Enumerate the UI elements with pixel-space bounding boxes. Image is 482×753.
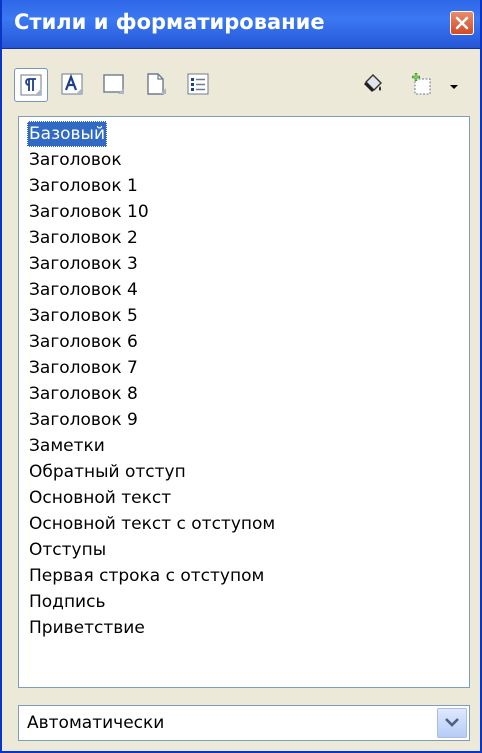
chevron-down-icon — [450, 85, 458, 89]
style-list-item[interactable]: Заголовок 6 — [29, 329, 138, 355]
character-styles-button[interactable] — [56, 68, 90, 102]
styles-formatting-window: Стили и форматирование Базовый Заголовок… — [0, 0, 482, 753]
close-icon — [455, 16, 469, 30]
frame-styles-button[interactable] — [98, 68, 132, 102]
page-styles-icon — [147, 73, 166, 95]
style-list-item[interactable]: Заголовок — [29, 147, 122, 173]
style-list-item[interactable]: Основной текст с отступом — [29, 511, 275, 537]
style-list-item[interactable]: Приветствие — [29, 615, 145, 641]
list-styles-icon — [187, 73, 209, 95]
new-style-from-selection-icon — [412, 73, 431, 95]
style-list-item[interactable]: Обратный отступ — [29, 459, 186, 485]
style-list-item[interactable]: Базовый — [27, 121, 108, 147]
character-styles-icon — [61, 73, 83, 95]
paragraph-styles-button[interactable] — [14, 68, 48, 102]
close-button[interactable] — [450, 11, 474, 35]
page-styles-button[interactable] — [140, 68, 174, 102]
style-filter-arrow-button[interactable] — [437, 708, 467, 738]
style-family-toolbar — [2, 58, 480, 110]
frame-styles-icon — [103, 74, 124, 94]
style-list-item[interactable]: Первая строка с отступом — [29, 563, 264, 589]
paragraph-styles-icon — [20, 74, 42, 96]
style-filter-dropdown[interactable]: Автоматически — [18, 705, 470, 741]
new-style-from-selection-button[interactable] — [406, 68, 440, 102]
style-list-item[interactable]: Заголовок 7 — [29, 355, 138, 381]
style-list-item[interactable]: Заголовок 1 — [29, 173, 138, 199]
style-list-item[interactable]: Отступы — [29, 537, 106, 563]
window-title: Стили и форматирование — [14, 10, 325, 34]
new-style-dropdown-button[interactable] — [444, 68, 464, 102]
style-list-item[interactable]: Основной текст — [29, 485, 171, 511]
style-filter-value: Автоматически — [27, 713, 165, 733]
style-list-item[interactable]: Заголовок 4 — [29, 277, 138, 303]
fill-format-mode-icon — [364, 74, 382, 92]
style-list-item[interactable]: Заголовок 3 — [29, 251, 138, 277]
fill-format-mode-button[interactable] — [356, 68, 390, 102]
style-list-item[interactable]: Заголовок 2 — [29, 225, 138, 251]
chevron-down-icon — [445, 718, 459, 727]
style-list-item[interactable]: Подпись — [29, 589, 105, 615]
style-list-item[interactable]: Заметки — [29, 433, 105, 459]
style-list-item[interactable]: Заголовок 8 — [29, 381, 138, 407]
styles-listbox[interactable]: Базовый Заголовок Заголовок 1 Заголовок 10 З… — [18, 116, 470, 688]
style-list-item[interactable]: Заголовок 9 — [29, 407, 138, 433]
style-list-item[interactable]: Заголовок 5 — [29, 303, 138, 329]
title-bar[interactable]: Стили и форматирование — [2, 0, 480, 49]
list-styles-button[interactable] — [182, 68, 216, 102]
style-list-item[interactable]: Заголовок 10 — [29, 199, 149, 225]
